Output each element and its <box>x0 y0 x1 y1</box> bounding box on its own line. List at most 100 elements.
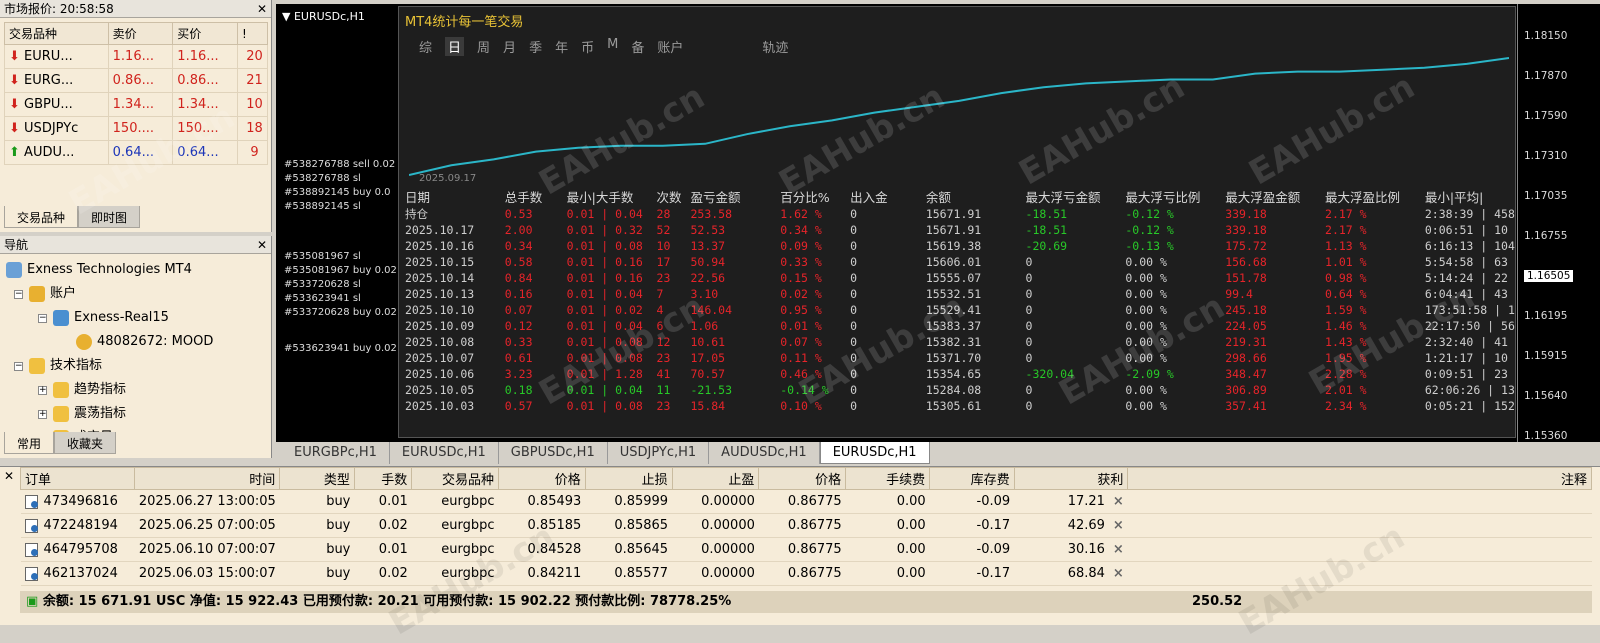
stats-cell: 0.01 | 0.08 <box>566 335 643 349</box>
mw-row[interactable]: ⬇ EURG... 0.86... 0.86... 21 <box>4 68 269 93</box>
chart-tab[interactable]: EURUSDc,H1 <box>819 442 930 464</box>
stats-menu-item[interactable]: 季 <box>529 37 542 56</box>
orders-col-10[interactable]: 库存费 <box>929 467 1015 490</box>
stats-cell: 2.34 % <box>1325 399 1367 413</box>
orders-col-3[interactable]: 手数 <box>353 467 413 490</box>
tree-item-trend[interactable]: + 趋势指标 <box>6 378 213 402</box>
mw-bid: 1.16... <box>107 44 174 69</box>
stats-row: 2025.10.06 3.23 0.01 | 1.28 41 70.57 0.46 % 0 1… <box>405 366 1515 382</box>
mw-row[interactable]: ⬇ EURU... 1.16... 1.16... 20 <box>4 44 269 69</box>
order-cell: eurgbpc <box>411 489 499 514</box>
orders-col-12[interactable]: 注释 <box>1127 467 1592 490</box>
stats-cell: 0 <box>850 399 858 413</box>
chart-tab[interactable]: EURGBPc,H1 <box>282 442 390 464</box>
stats-menu-item[interactable]: 账户 <box>657 37 683 56</box>
order-label: #538892145 sl <box>284 201 361 212</box>
close-order-icon[interactable]: × <box>1105 542 1124 557</box>
stats-menu-item[interactable]: 月 <box>503 37 516 56</box>
close-order-icon[interactable]: × <box>1105 494 1124 509</box>
mw-row[interactable]: ⬆ AUDU... 0.64... 0.64... 9 <box>4 140 269 165</box>
stats-cell: 0.95 % <box>780 303 822 317</box>
orders-col-6[interactable]: 止损 <box>584 467 673 490</box>
close-order-icon[interactable]: × <box>1105 566 1124 581</box>
orders-col-5[interactable]: 价格 <box>497 467 586 490</box>
order-row[interactable]: 472248194 2025.06.25 07:00:05 buy 0.02 eurgb… <box>20 513 1592 538</box>
nav-tab-0[interactable]: 常用 <box>4 432 55 454</box>
mw-symbol: ⬇ EURU... <box>4 44 109 69</box>
orders-col-0[interactable]: 订单 <box>19 467 136 490</box>
stats-cell: 2025.10.15 <box>405 255 475 269</box>
stats-cell: 15354.65 <box>925 367 982 381</box>
orders-col-7[interactable]: 止盈 <box>671 467 760 490</box>
stats-menu-item[interactable]: 周 <box>477 37 490 56</box>
stats-cell: 7 <box>656 287 664 301</box>
tree-item-oscillators[interactable]: + 震荡指标 <box>6 402 213 426</box>
chart-tab[interactable]: USDJPYc,H1 <box>608 442 710 464</box>
orders-col-11[interactable]: 获利 <box>1013 467 1129 490</box>
orders-col-4[interactable]: 交易品种 <box>411 467 499 490</box>
stats-menu-item[interactable]: 轨迹 <box>762 37 788 56</box>
stats-menu-item[interactable]: 日 <box>445 37 465 56</box>
tree-item-broker[interactable]: Exness Technologies MT4 <box>6 258 213 282</box>
stats-menu-item[interactable]: 综 <box>419 37 432 56</box>
nav-tab-1[interactable]: 收藏夹 <box>54 432 117 454</box>
chart-tab[interactable]: EURUSDc,H1 <box>390 442 499 464</box>
close-icon[interactable]: ✕ <box>4 469 14 483</box>
order-cell: 0.00 <box>845 513 930 538</box>
order-label: #538892145 buy 0.0 <box>284 187 391 198</box>
mw-row[interactable]: ⬇ GBPU... 1.34... 1.34... 10 <box>4 92 269 117</box>
orders-col-8[interactable]: 价格 <box>758 467 847 490</box>
stats-cell: 6:04:41 | 43 <box>1424 287 1508 301</box>
order-row[interactable]: 464795708 2025.06.10 07:00:07 buy 0.01 eurgb… <box>20 537 1592 562</box>
collapse-icon[interactable]: − <box>14 289 23 299</box>
order-row[interactable]: 462137024 2025.06.03 15:00:07 buy 0.02 eurgb… <box>20 561 1592 586</box>
stats-cell: 2025.10.17 <box>405 223 475 237</box>
collapse-icon[interactable]: − <box>38 313 47 323</box>
order-cell: eurgbpc <box>411 513 499 538</box>
tree-item-account[interactable]: 48082672: MOOD <box>6 330 213 354</box>
orders-col-2[interactable]: 类型 <box>279 467 355 490</box>
orders-col-1[interactable]: 时间 <box>134 467 281 490</box>
expand-icon[interactable]: + <box>38 385 47 395</box>
stats-cell: 11 <box>656 383 671 397</box>
stats-cell: 1.62 % <box>780 207 822 221</box>
order-row[interactable]: 473496816 2025.06.27 13:00:05 buy 0.01 eurgb… <box>20 489 1592 514</box>
equity-line <box>409 57 1509 176</box>
orders-col-9[interactable]: 手续费 <box>845 467 931 490</box>
mw-tab-0[interactable]: 交易品种 <box>4 206 79 228</box>
expand-icon[interactable]: + <box>38 409 47 419</box>
stats-row: 2025.10.15 0.58 0.01 | 0.16 17 50.94 0.33 % 0 1… <box>405 254 1515 270</box>
mw-spread: 9 <box>236 140 269 165</box>
stats-menu-item[interactable]: 备 <box>631 37 644 56</box>
close-order-icon[interactable]: × <box>1105 518 1124 533</box>
stats-cell: 5:54:58 | 63 <box>1424 255 1508 269</box>
stats-cell: 0 <box>1025 255 1033 269</box>
mw-header-2[interactable]: 买价 <box>172 22 238 45</box>
order-icon <box>24 566 38 581</box>
mw-header-1[interactable]: 卖价 <box>107 22 174 45</box>
chart-tab[interactable]: GBPUSDc,H1 <box>499 442 608 464</box>
stats-cell: 2025.10.05 <box>405 383 475 397</box>
order-label: #533623941 buy 0.02 <box>284 343 397 354</box>
price-tick: 1.18150 <box>1524 30 1568 42</box>
mw-header-3[interactable]: ! <box>236 22 269 45</box>
stats-menu-item[interactable]: 币 <box>581 37 594 56</box>
tree-item-server[interactable]: − Exness-Real15 <box>6 306 213 330</box>
collapse-icon[interactable]: − <box>14 361 23 371</box>
tree-item-accounts[interactable]: − 账户 <box>6 282 213 306</box>
chart-tab[interactable]: AUDUSDc,H1 <box>709 442 820 464</box>
stats-cell: 357.41 <box>1225 399 1267 413</box>
stats-menu-item[interactable]: M <box>607 37 618 56</box>
stats-menu-item[interactable]: 年 <box>555 37 568 56</box>
mw-row[interactable]: ⬇ USDJPYc 150.... 150.... 18 <box>4 116 269 141</box>
order-label: #535081967 sl <box>284 251 361 262</box>
close-icon[interactable]: ✕ <box>257 236 267 254</box>
mw-tab-1[interactable]: 即时图 <box>78 206 141 228</box>
summary-icon: ▣ <box>26 594 43 609</box>
close-icon[interactable]: ✕ <box>257 0 267 18</box>
order-cell: -0.17 <box>929 561 1015 586</box>
mw-header-0[interactable]: 交易品种 <box>4 22 109 45</box>
stats-cell: 1.01 % <box>1325 255 1367 269</box>
tree-item-indicators[interactable]: − 技术指标 <box>6 354 213 378</box>
mw-spread: 21 <box>236 68 269 93</box>
